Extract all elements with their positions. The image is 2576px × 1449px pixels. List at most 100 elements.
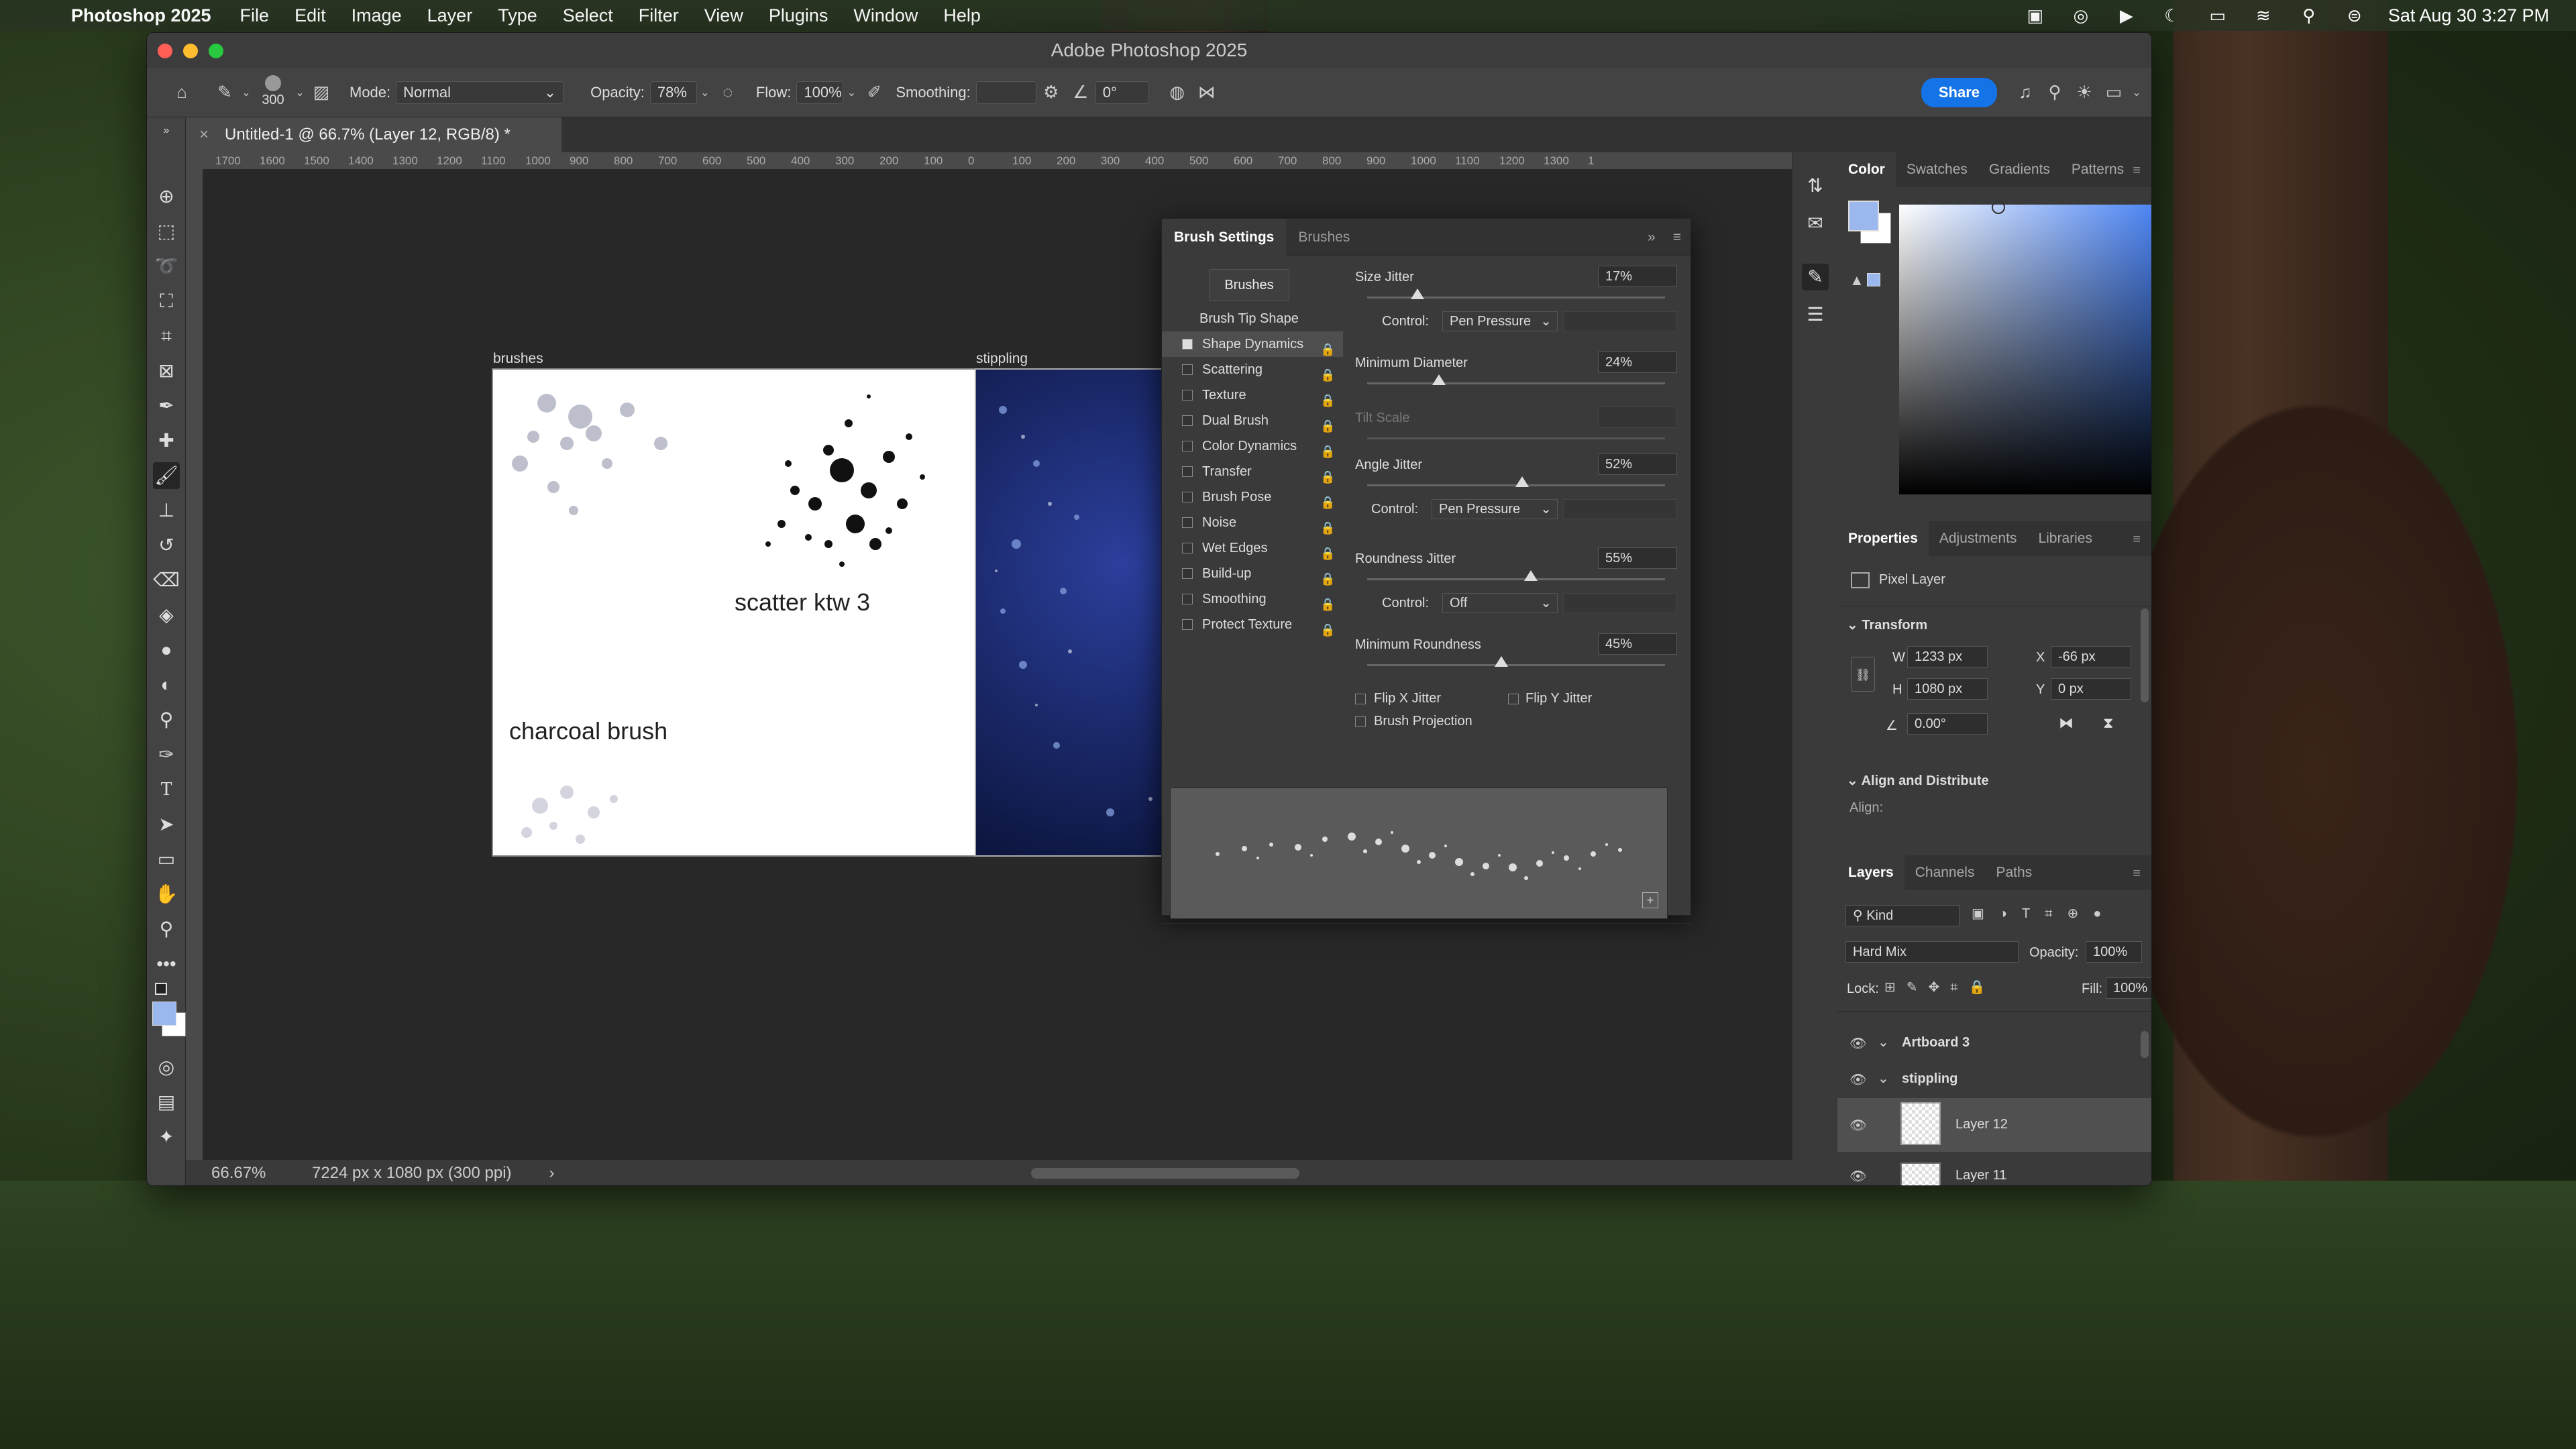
brush-tool-icon[interactable]: 🖌 (153, 462, 180, 489)
spotlight-search-icon[interactable]: ⚲ (2297, 5, 2321, 25)
visibility-eye-icon[interactable]: 👁 (1849, 1168, 1866, 1185)
menu-window[interactable]: Window (841, 5, 930, 26)
minimize-window-button[interactable] (183, 44, 198, 58)
brush-option-brush-pose[interactable]: Brush Pose 🔒 (1162, 484, 1343, 510)
roundness-jitter-slider[interactable] (1367, 570, 1665, 581)
workspace-icon[interactable]: ▭ (2099, 78, 2129, 107)
tab-paths[interactable]: Paths (1985, 855, 2043, 890)
home-icon[interactable]: ⌂ (167, 78, 197, 107)
comments-panel-icon[interactable]: ✉ (1802, 210, 1829, 237)
zoom-window-button[interactable] (209, 44, 223, 58)
chevron-down-icon[interactable]: ⌄ (843, 78, 859, 107)
x-input[interactable]: -66 px (2051, 646, 2131, 667)
checkbox[interactable] (1182, 568, 1193, 579)
brush-settings-panel-icon[interactable]: ✎ (1802, 264, 1829, 290)
zoom-level[interactable]: 66.67% (211, 1164, 305, 1183)
mode-select[interactable]: Normal ⌄ (396, 80, 564, 104)
new-brush-preset-icon[interactable]: + (1642, 892, 1658, 908)
checkbox[interactable] (1182, 441, 1193, 451)
history-brush-tool-icon[interactable]: ↺ (153, 532, 180, 559)
opacity-input[interactable]: 78% (649, 80, 697, 104)
brush-settings-toggle-icon[interactable]: ▨ (307, 78, 336, 107)
menu-plugins[interactable]: Plugins (756, 5, 841, 26)
artboard-label-stippling[interactable]: stippling (976, 351, 1028, 367)
layer-filter-kind-select[interactable]: ⚲ Kind (1845, 905, 1960, 926)
checkbox[interactable] (1182, 517, 1193, 528)
word-icon[interactable]: ▣ (2023, 5, 2047, 25)
align-distribute-section-header[interactable]: ⌄ Align and Distribute (1847, 772, 1989, 789)
brush-option-shape-dynamics[interactable]: Shape Dynamics 🔒 (1162, 331, 1343, 357)
size-jitter-input[interactable]: 17% (1598, 266, 1677, 287)
slider-knob[interactable] (1524, 570, 1538, 581)
flip-vertical-icon[interactable]: ⧗ (2103, 714, 2113, 732)
control-center-icon[interactable]: ⊜ (2343, 5, 2367, 25)
menu-filter[interactable]: Filter (626, 5, 692, 26)
layer-row-stippling[interactable]: 👁 ⌄ stippling (1837, 1061, 2151, 1098)
rectangle-tool-icon[interactable]: ▭ (153, 846, 180, 873)
pressure-size-icon[interactable]: ◍ (1163, 78, 1192, 107)
pressure-opacity-icon[interactable]: ◌ (713, 78, 743, 107)
checkbox[interactable] (1182, 364, 1193, 375)
menu-edit[interactable]: Edit (282, 5, 339, 26)
app-menu[interactable]: Photoshop 2025 (60, 5, 227, 26)
visibility-eye-icon[interactable]: 👁 (1849, 1117, 1866, 1134)
brush-option-noise[interactable]: Noise 🔒 (1162, 510, 1343, 535)
y-input[interactable]: 0 px (2051, 678, 2131, 700)
play-icon[interactable]: ▶ (2114, 5, 2139, 25)
horizontal-ruler[interactable]: 1700 1600 1500 1400 1300 1200 1100 1000 900 800 70… (203, 152, 1823, 170)
smoothing-settings-gear-icon[interactable]: ⚙ (1036, 78, 1066, 107)
min-roundness-input[interactable]: 45% (1598, 633, 1677, 655)
brush-option-protect-texture[interactable]: Protect Texture 🔒 (1162, 612, 1343, 637)
layer-row-layer11[interactable]: 👁 Layer 11 (1837, 1159, 2151, 1185)
horizontal-scrollbar[interactable] (1031, 1168, 1299, 1179)
bell-icon[interactable]: ♫ (2010, 78, 2040, 107)
brush-preset-icon[interactable]: ✎ (210, 78, 239, 107)
tab-brush-settings[interactable]: Brush Settings (1162, 218, 1287, 256)
checkbox[interactable] (1182, 594, 1193, 604)
menu-select[interactable]: Select (550, 5, 626, 26)
brushes-button[interactable]: Brushes (1209, 269, 1289, 301)
min-roundness-slider[interactable] (1367, 656, 1665, 667)
checkbox[interactable] (1182, 339, 1193, 350)
moon-icon[interactable]: ☾ (2160, 5, 2184, 25)
brush-option-transfer[interactable]: Transfer 🔒 (1162, 459, 1343, 484)
document-tab[interactable]: × Untitled-1 @ 66.7% (Layer 12, RGB/8) * (186, 117, 561, 152)
tab-patterns[interactable]: Patterns (2061, 152, 2135, 187)
control-select-3[interactable]: Off ⌄ (1442, 593, 1558, 613)
share-button[interactable]: Share (1921, 77, 1997, 107)
chevron-down-icon[interactable]: ⌄ (1878, 1034, 1889, 1051)
menu-file[interactable]: File (227, 5, 282, 26)
tab-layers[interactable]: Layers (1837, 855, 1904, 890)
slider-knob[interactable] (1515, 476, 1529, 487)
artboard-brushes[interactable]: scatter ktw 3 charcoal brush (492, 368, 980, 857)
tab-swatches[interactable]: Swatches (1896, 152, 1978, 187)
properties-scrollbar[interactable] (2141, 608, 2149, 702)
symmetry-icon[interactable]: ⋈ (1192, 78, 1222, 107)
flow-input[interactable]: 100% (796, 80, 844, 104)
layers-opacity-input[interactable]: 100% (2086, 941, 2142, 963)
quick-mask-icon[interactable]: ◎ (153, 1054, 180, 1081)
menu-type[interactable]: Type (485, 5, 550, 26)
menu-help[interactable]: Help (930, 5, 994, 26)
min-diameter-input[interactable]: 24% (1598, 352, 1677, 373)
tab-channels[interactable]: Channels (1904, 855, 1986, 890)
angle-jitter-input[interactable]: 52% (1598, 453, 1677, 475)
artboard-label-brushes[interactable]: brushes (493, 351, 543, 367)
search-icon[interactable]: ⚲ (2040, 78, 2070, 107)
slider-knob[interactable] (1411, 288, 1425, 299)
chevron-down-icon[interactable]: ⌄ (239, 78, 253, 107)
flip-x-checkbox[interactable] (1355, 694, 1366, 704)
layers-scrollbar[interactable] (2141, 1031, 2149, 1058)
brush-size-preview[interactable]: 300 (253, 72, 293, 113)
link-dimensions-icon[interactable]: ⛓ (1851, 657, 1875, 692)
brush-option-color-dynamics[interactable]: Color Dynamics 🔒 (1162, 433, 1343, 459)
vertical-ruler[interactable] (186, 170, 203, 1185)
collapse-panel-icon[interactable]: » (1640, 229, 1664, 246)
visibility-eye-icon[interactable]: 👁 (1849, 1035, 1866, 1052)
menu-view[interactable]: View (692, 5, 756, 26)
tab-properties[interactable]: Properties (1837, 521, 1929, 556)
lasso-tool-icon[interactable]: ➰ (153, 253, 180, 280)
flip-horizontal-icon[interactable]: ⧓ (2059, 714, 2074, 732)
width-input[interactable]: 1233 px (1907, 646, 1988, 667)
creative-cloud-icon[interactable]: ◎ (2069, 5, 2093, 25)
